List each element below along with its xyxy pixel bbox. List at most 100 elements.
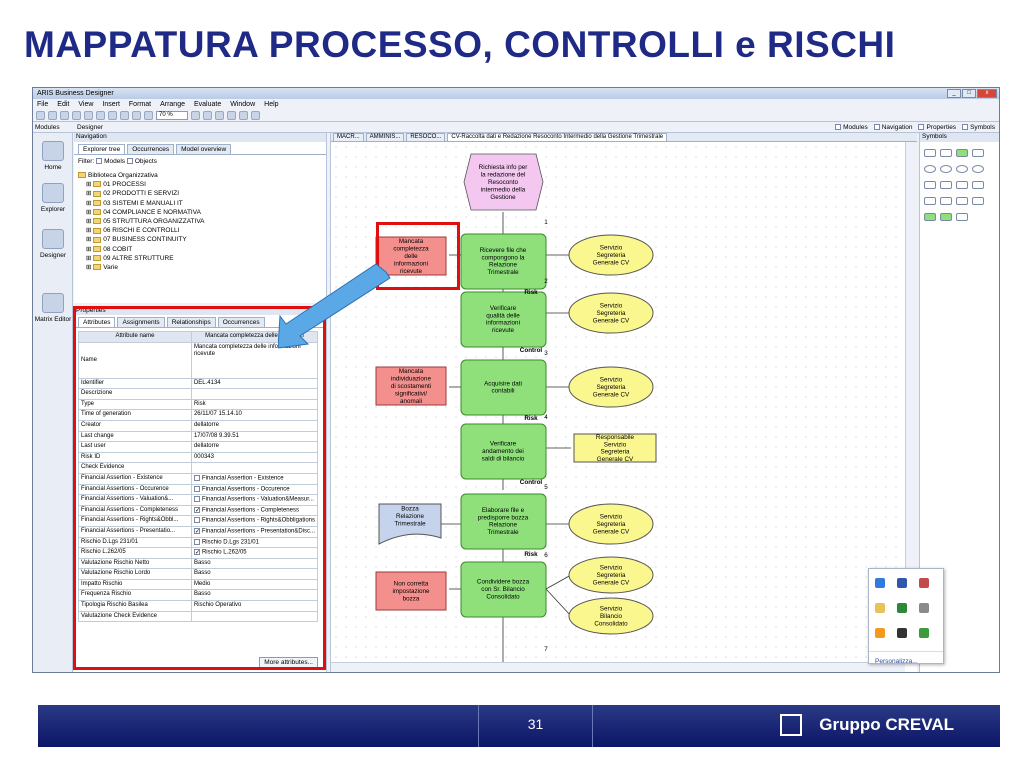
table-row[interactable]: Tipologia Rischio Basilea Rischio Operati… [78,600,319,612]
tab-relationships[interactable]: Relationships [166,317,216,327]
tree-item[interactable]: ⊞ 04 COMPLIANCE E NORMATIVA [78,208,322,217]
color-icon[interactable] [251,110,260,120]
minimize-button[interactable]: _ [947,89,961,98]
table-row[interactable]: Check Evidence [78,462,319,474]
doc-tab[interactable]: MACR... [333,133,364,141]
table-row[interactable]: Financial Assertion - Existence Financial… [78,472,319,485]
assertion-checkbox[interactable] [193,496,200,503]
paste-icon[interactable] [120,110,129,120]
menu-view[interactable]: View [78,101,93,108]
tree-item[interactable]: ⊞ 05 STRUTTURA ORGANIZZATIVA [78,217,322,226]
canvas-hscrollbar[interactable] [331,662,905,672]
table-row[interactable]: Financial Assertions - Completeness ✓ Fina… [78,504,319,517]
folder-icon[interactable] [875,603,885,613]
menu-format[interactable]: Format [129,101,151,108]
nav-explorer[interactable]: Explorer [37,183,69,213]
shield-icon[interactable] [897,578,907,588]
symbol-item[interactable] [940,197,952,205]
tree-item[interactable]: Biblioteca Organizzativa [78,171,322,180]
close-button[interactable]: x [977,89,997,98]
symbol-item[interactable] [972,181,984,189]
table-row[interactable]: Impatto Rischio Medio [78,578,319,591]
symbol-item[interactable] [956,197,968,205]
symbol-item[interactable] [940,165,952,173]
user-icon[interactable] [897,628,907,638]
assertion-checkbox[interactable]: ✓ [193,549,200,556]
symbol-item[interactable] [972,149,984,157]
tree-item[interactable]: ⊞ 02 PRODOTTI E SERVIZI [78,189,322,198]
zoom-select[interactable]: 70 % [156,110,188,120]
tab-assignments[interactable]: Assignments [117,317,165,327]
tree-item[interactable]: ⊞ 03 SISTEMI E MANUALI IT [78,199,322,208]
maximize-button[interactable]: □ [962,89,976,98]
menu-evaluate[interactable]: Evaluate [194,101,221,108]
network-icon[interactable] [897,603,907,613]
table-row[interactable]: Risk ID 000343 [78,451,319,464]
tree-item[interactable]: ⊞ 01 PROCESSI [78,180,322,189]
new-icon[interactable] [36,110,45,120]
tab-prop-occurrences[interactable]: Occurrences [217,317,265,327]
table-row[interactable]: Valutazione Rischio Netto Basso [78,557,319,570]
nav-home[interactable]: Home [37,141,69,171]
doc-tab-active[interactable]: CV-Raccolta dati e Redazione Resoconto I… [447,133,668,141]
globe-icon[interactable] [875,578,885,588]
tree-item[interactable]: ⊞ 09 ALTRE STRUTTURE [78,254,322,263]
menu-insert[interactable]: Insert [102,101,120,108]
table-row[interactable]: Identifier DEL.4134 [78,377,319,390]
print-icon[interactable] [72,110,81,120]
table-row[interactable]: Frequenza Rischio Basso [78,589,319,602]
table-row[interactable]: Financial Assertions - Presentatio... ✓ Fi… [78,525,319,538]
symbol-item[interactable] [956,165,968,173]
cube-icon[interactable] [875,628,885,638]
doc-tab[interactable]: AMMINIS... [365,133,405,141]
preview-icon[interactable] [84,110,93,120]
table-row[interactable]: Valutazione Check Evidence [78,610,319,623]
properties-check[interactable]: Properties [918,124,956,131]
save-icon[interactable] [60,110,69,120]
font-icon[interactable] [239,110,248,120]
symbol-item[interactable] [940,181,952,189]
assertion-checkbox[interactable]: ✓ [193,506,200,514]
more-attributes-button[interactable]: More attributes... [259,657,318,668]
table-row[interactable]: Financial Assertions - Valuation&... Fina… [78,494,319,506]
alert-icon[interactable] [919,578,929,588]
table-row[interactable]: Descrizione [78,388,319,400]
table-row[interactable]: Time of generation 26/11/07 15.14.10 [78,409,319,421]
symbol-item[interactable] [924,213,936,221]
filter-objects-checkbox[interactable] [126,158,133,165]
menu-window[interactable]: Window [230,101,255,108]
symbol-item[interactable] [972,165,984,173]
tab-attributes[interactable]: Attributes [78,317,116,327]
personalizza-link[interactable]: Personalizza... [869,651,943,665]
assertion-checkbox[interactable] [193,485,200,492]
symbol-item[interactable] [956,213,968,221]
symbol-item[interactable] [940,149,952,157]
symbol-item[interactable] [924,181,936,189]
copy-icon[interactable] [108,110,117,120]
layout-icon[interactable] [227,110,236,120]
zoom-in-icon[interactable] [191,110,200,120]
table-row[interactable]: Type Risk [78,398,319,411]
modules-check[interactable]: Modules [835,124,868,131]
filter-models-checkbox[interactable] [96,158,103,165]
tree-item[interactable]: ⊞ 08 COBIT [78,245,322,254]
menu-file[interactable]: File [37,101,48,108]
table-row[interactable]: Financial Assertions - Rights&Obbl... Fin… [78,515,319,527]
table-row[interactable]: Last change 17/07/08 9.39.51 [78,430,319,443]
doc-tab[interactable]: RESOCO... [406,133,446,141]
assertion-checkbox[interactable]: ✓ [193,527,200,535]
table-row[interactable]: Valutazione Rischio Lordo Basso [78,568,319,580]
sound-icon[interactable] [919,628,929,638]
symbol-item[interactable] [956,181,968,189]
redo-icon[interactable] [144,110,153,120]
nav-designer[interactable]: Designer [37,229,69,259]
symbol-item[interactable] [924,149,936,157]
tab-explorer-tree[interactable]: Explorer tree [78,144,126,154]
assertion-checkbox[interactable] [193,517,200,524]
table-row[interactable]: Creator dellatorre [78,419,319,432]
tab-occurrences[interactable]: Occurrences [127,144,175,154]
symbol-item[interactable] [924,197,936,205]
nav-matrix-editor[interactable]: Matrix Editor [33,293,73,323]
symbol-item[interactable] [924,165,936,173]
menu-arrange[interactable]: Arrange [160,101,185,108]
